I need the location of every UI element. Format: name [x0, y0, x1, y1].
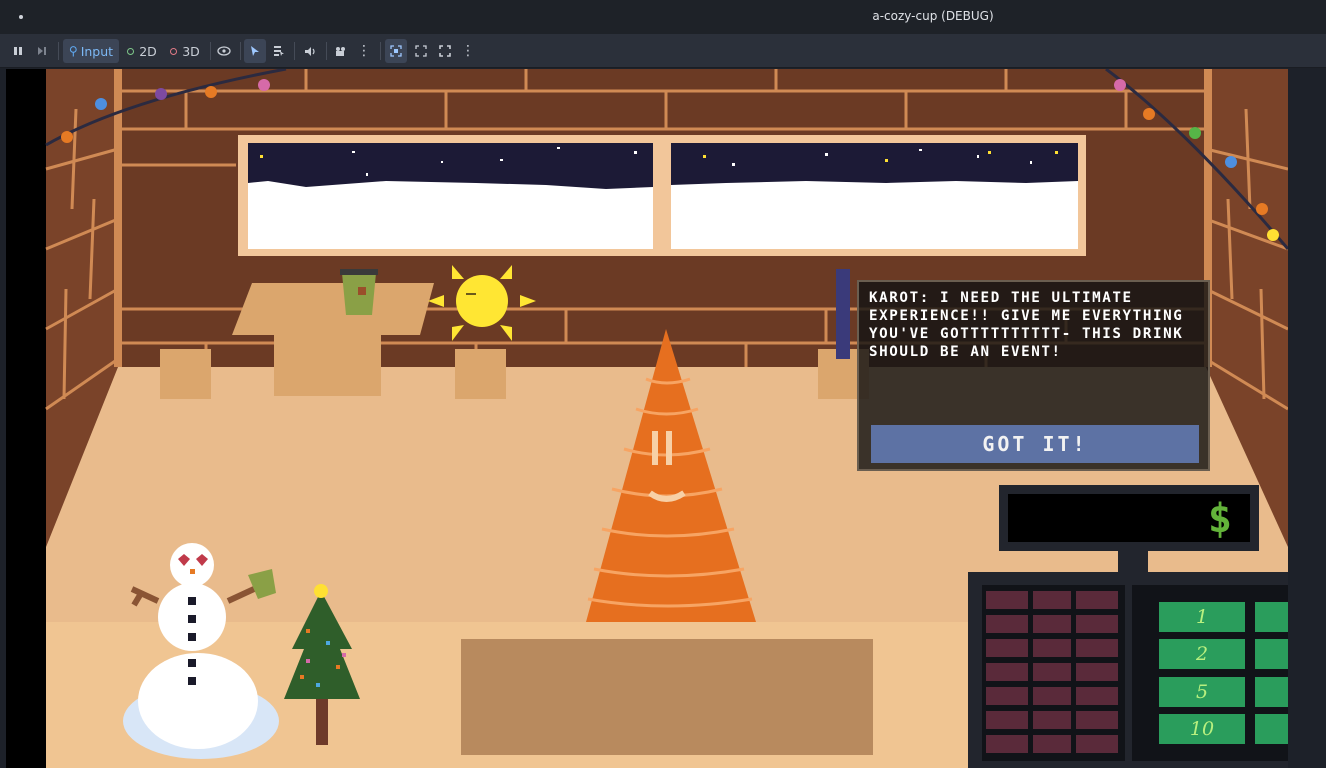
register-key-grid — [986, 591, 1118, 753]
input-icon: ⚲ — [68, 44, 78, 58]
list-select-icon — [274, 46, 284, 56]
toolbar-separator — [326, 42, 327, 60]
cash-button-extra[interactable] — [1255, 602, 1288, 632]
order-dialog: KAROT: I NEED THE ULTIMATE EXPERIENCE!! … — [857, 280, 1210, 471]
toolbar-separator — [210, 42, 211, 60]
next-frame-icon — [38, 47, 46, 55]
register-display: $ — [999, 485, 1259, 551]
fullscreen-icon — [439, 45, 451, 57]
more-vertical-icon: ⋮ — [357, 43, 371, 59]
cash-button-1[interactable]: 1 — [1159, 602, 1245, 632]
speaker-icon — [304, 46, 315, 56]
toolbar-separator — [240, 42, 241, 60]
select-tool-button[interactable] — [244, 39, 266, 63]
cash-button-extra[interactable] — [1255, 639, 1288, 669]
input-toggle[interactable]: ⚲ Input — [63, 39, 119, 63]
currency-symbol: $ — [1207, 496, 1232, 542]
toolbar-separator — [380, 42, 381, 60]
visibility-button[interactable] — [214, 39, 234, 63]
mode-2d-toggle[interactable]: 2D — [123, 39, 161, 63]
toolbar-separator — [58, 42, 59, 60]
camera-override-button[interactable] — [330, 39, 350, 63]
mode-3d-label: 3D — [182, 43, 200, 59]
register-screen: $ — [1008, 494, 1250, 542]
cash-button-extra[interactable] — [1255, 677, 1288, 707]
cash-button-5[interactable]: 5 — [1159, 677, 1245, 707]
debug-toolbar: ⚲ Input 2D 3D ⋮ ⋮ — [0, 34, 1326, 68]
list-select-button[interactable] — [269, 39, 289, 63]
cash-button-2[interactable]: 2 — [1159, 639, 1245, 669]
embed-icon — [390, 45, 402, 57]
expand-icon — [415, 45, 427, 57]
embed-game-button[interactable] — [385, 39, 407, 63]
ring-2d-icon — [127, 47, 135, 55]
fullscreen-button[interactable] — [435, 39, 455, 63]
window-titlebar: a-cozy-cup (DEBUG) — [0, 0, 1326, 34]
toolbar-separator — [294, 42, 295, 60]
ring-3d-icon — [170, 47, 178, 55]
cash-button-extra[interactable] — [1255, 714, 1288, 744]
got-it-button[interactable]: GOT IT! — [871, 425, 1199, 463]
pause-icon — [14, 47, 22, 55]
mode-2d-label: 2D — [139, 43, 157, 59]
mode-3d-toggle[interactable]: 3D — [166, 39, 204, 63]
pause-button[interactable] — [8, 39, 28, 63]
counter-tray — [461, 639, 873, 755]
dialog-message: KAROT: I NEED THE ULTIMATE EXPERIENCE!! … — [869, 290, 1184, 360]
more-vertical-icon: ⋮ — [461, 43, 475, 59]
camera-icon — [335, 46, 345, 56]
cash-button-10[interactable]: 10 — [1159, 714, 1245, 744]
cursor-icon — [251, 46, 259, 56]
input-label: Input — [80, 43, 114, 59]
game-viewport[interactable]: $ 1 2 5 10 KAROT: I NEED THE ULTIMATE EX… — [6, 69, 1288, 768]
window-title: a-cozy-cup (DEBUG) — [872, 9, 994, 23]
next-frame-button[interactable] — [32, 39, 52, 63]
eye-icon — [217, 46, 231, 56]
audio-button[interactable] — [300, 39, 320, 63]
stretch-button[interactable] — [411, 39, 431, 63]
view-more-button[interactable]: ⋮ — [461, 39, 475, 63]
camera-more-button[interactable]: ⋮ — [356, 39, 372, 63]
